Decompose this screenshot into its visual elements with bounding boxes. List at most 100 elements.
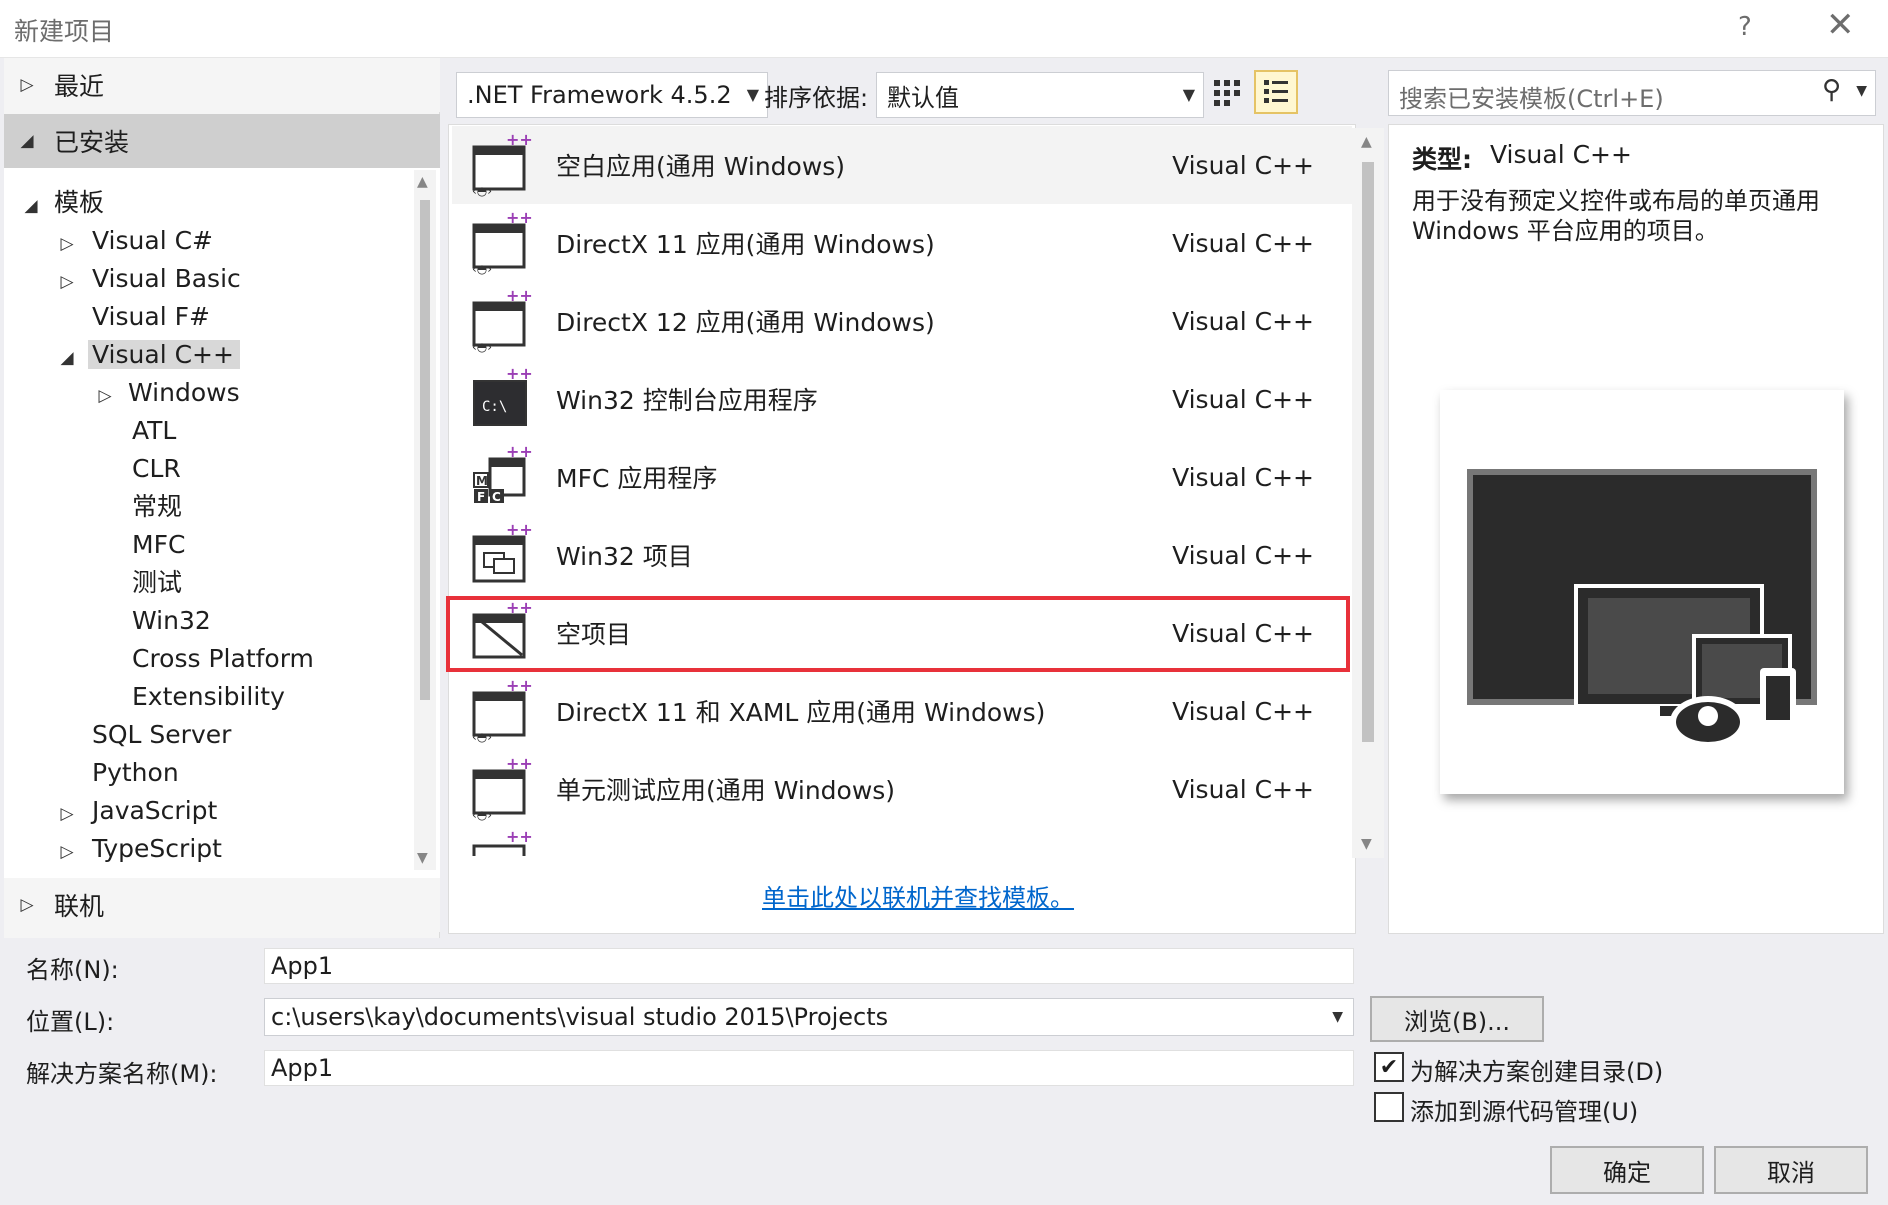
sort-select[interactable]: 默认值 ▼ [876, 72, 1204, 118]
scroll-down-icon[interactable]: ▼ [1361, 836, 1372, 852]
template-row[interactable]: ++ ‹◓› DirectX 11 和 XAML 应用(通用 Windows) V… [452, 672, 1352, 750]
template-language: Visual C++ [1172, 306, 1314, 336]
svg-text:C:\: C:\ [482, 399, 507, 415]
template-language: Visual C++ [1172, 384, 1314, 414]
tree-templates[interactable]: ◢ 模板 [18, 184, 104, 222]
scroll-up-icon[interactable]: ▲ [417, 174, 428, 190]
uwp-app-icon: ++ ‹◓› [470, 208, 534, 276]
expand-icon: ▷ [20, 75, 34, 95]
scroll-up-icon[interactable]: ▲ [1361, 134, 1372, 150]
svg-text:++: ++ [506, 367, 533, 383]
template-preview-image [1440, 390, 1844, 794]
search-input[interactable]: 搜索已安装模板(Ctrl+E) ⚲ ▼ [1388, 70, 1876, 116]
chevron-down-icon: ▼ [746, 85, 759, 104]
checkmark-icon: ✔ [1379, 1054, 1399, 1080]
template-row[interactable]: C:\ ++ Win32 控制台应用程序 Visual C++ [452, 360, 1352, 438]
svg-text:++: ++ [506, 289, 533, 305]
tree-typescript[interactable]: ▷ TypeScript [54, 830, 221, 868]
tree-sql-server[interactable]: SQL Server [92, 716, 231, 754]
small-icons-view-icon[interactable] [1208, 74, 1248, 114]
tree-cross-platform[interactable]: Cross Platform [132, 640, 314, 678]
scroll-thumb[interactable] [420, 200, 430, 700]
tree-visual-csharp[interactable]: ▷ Visual C# [54, 222, 213, 260]
tree-visual-basic[interactable]: ▷ Visual Basic [54, 260, 240, 298]
tree-win32[interactable]: Win32 [132, 602, 211, 640]
template-name: 空白应用(通用 Windows) [556, 152, 846, 181]
framework-select[interactable]: .NET Framework 4.5.2 ▼ [456, 72, 768, 118]
scroll-thumb[interactable] [1362, 162, 1374, 742]
template-tree: ◢ 模板 ▷ Visual C# ▷ Visual Basic Visual F# ◢… [4, 168, 440, 878]
template-language: Visual C++ [1172, 462, 1314, 492]
tree-javascript[interactable]: ▷ JavaScript [54, 792, 217, 830]
svg-text:++: ++ [506, 679, 533, 695]
svg-text:C: C [492, 490, 501, 504]
expand-icon: ▷ [60, 272, 74, 292]
mfc-app-icon: M F C ++ [470, 442, 534, 509]
collapse-icon: ◢ [60, 348, 74, 368]
online-templates-link[interactable]: 单击此处以联机并查找模板。 [762, 878, 1074, 913]
tree-python[interactable]: Python [92, 754, 179, 792]
type-label: 类型: [1412, 145, 1472, 174]
sort-label: 排序依据: [764, 84, 869, 112]
tree-clr[interactable]: CLR [132, 450, 181, 488]
search-icon[interactable]: ⚲ [1822, 75, 1841, 105]
nav-installed[interactable]: ◢ 已安装 [4, 114, 440, 168]
name-input[interactable]: App1 [264, 948, 1354, 984]
uwp-app-icon: ++ ‹◓› [470, 754, 534, 822]
ok-button[interactable]: 确定 [1550, 1146, 1704, 1194]
tree-extensibility[interactable]: Extensibility [132, 678, 285, 716]
svg-text:‹◓›: ‹◓› [472, 730, 492, 743]
browse-button[interactable]: 浏览(B)... [1370, 996, 1544, 1042]
collapse-icon: ◢ [20, 131, 34, 151]
tree-general[interactable]: 常规 [132, 488, 182, 526]
create-directory-label: 为解决方案创建目录(D) [1410, 1058, 1664, 1086]
list-view-icon[interactable] [1254, 70, 1298, 114]
tree-atl[interactable]: ATL [132, 412, 176, 450]
template-name: Win32 控制台应用程序 [556, 386, 818, 415]
expand-icon: ▷ [60, 804, 74, 824]
create-directory-checkbox[interactable]: ✔ [1374, 1052, 1404, 1082]
nav-installed-label: 已安装 [54, 128, 130, 157]
name-label: 名称(N): [26, 956, 119, 984]
template-name: MFC 应用程序 [556, 464, 718, 493]
template-row[interactable]: ++ ‹◓› 空白应用(通用 Windows) Visual C++ [452, 126, 1352, 204]
expand-icon: ▷ [60, 842, 74, 862]
template-row[interactable]: M F C ++ MFC 应用程序 Visual C++ [452, 438, 1352, 516]
template-language: Visual C++ [1172, 774, 1314, 804]
template-language: Visual C++ [1172, 540, 1314, 570]
template-row[interactable]: ++ ‹◓› 单元测试应用(通用 Windows) Visual C++ [452, 750, 1352, 828]
close-button[interactable]: ✕ [1826, 8, 1855, 42]
tree-mfc[interactable]: MFC [132, 526, 185, 564]
template-row[interactable]: ++ Win32 项目 Visual C++ [452, 516, 1352, 594]
scroll-down-icon[interactable]: ▼ [417, 850, 428, 866]
solution-name-input[interactable]: App1 [264, 1050, 1354, 1086]
template-language: Visual C++ [1172, 150, 1314, 180]
tree-scrollbar[interactable]: ▲ ▼ [414, 170, 436, 870]
uwp-app-icon: ++ ‹◓› [470, 676, 534, 744]
expand-icon: ▷ [98, 386, 112, 406]
template-row[interactable]: ++ ‹◓› DirectX 12 应用(通用 Windows) Visual C… [452, 282, 1352, 360]
chevron-down-icon[interactable]: ▼ [1332, 1009, 1343, 1025]
svg-text:++: ++ [506, 757, 533, 773]
template-language: Visual C++ [1172, 228, 1314, 258]
cancel-button[interactable]: 取消 [1714, 1146, 1868, 1194]
uwp-app-icon: ++ ‹◓› [470, 286, 534, 354]
tree-visual-fsharp[interactable]: Visual F# [92, 298, 210, 336]
template-name: DirectX 11 应用(通用 Windows) [556, 230, 935, 259]
template-name: DirectX 11 和 XAML 应用(通用 Windows) [556, 698, 1046, 727]
nav-recent[interactable]: ▷ 最近 [4, 58, 440, 112]
template-list: ++ ‹◓› 空白应用(通用 Windows) Visual C++ ++ ‹◓› … [452, 126, 1352, 856]
template-list-scrollbar[interactable]: ▲ ▼ [1352, 128, 1384, 858]
tree-windows[interactable]: ▷ Windows [92, 374, 239, 412]
tree-test[interactable]: 测试 [132, 564, 182, 602]
help-button[interactable]: ? [1738, 12, 1752, 42]
template-row[interactable]: ++ ‹◓› DirectX 11 应用(通用 Windows) Visual C… [452, 204, 1352, 282]
add-source-control-checkbox[interactable] [1374, 1092, 1404, 1122]
chevron-down-icon[interactable]: ▼ [1856, 83, 1867, 99]
location-combo[interactable]: c:\users\kay\documents\visual studio 201… [264, 998, 1354, 1036]
type-value: Visual C++ [1490, 140, 1632, 169]
nav-online[interactable]: ▷ 联机 [4, 878, 440, 932]
tree-visual-cpp[interactable]: ◢ Visual C++ [54, 336, 240, 374]
svg-text:‹◓›: ‹◓› [472, 340, 492, 353]
svg-text:++: ++ [506, 133, 533, 149]
